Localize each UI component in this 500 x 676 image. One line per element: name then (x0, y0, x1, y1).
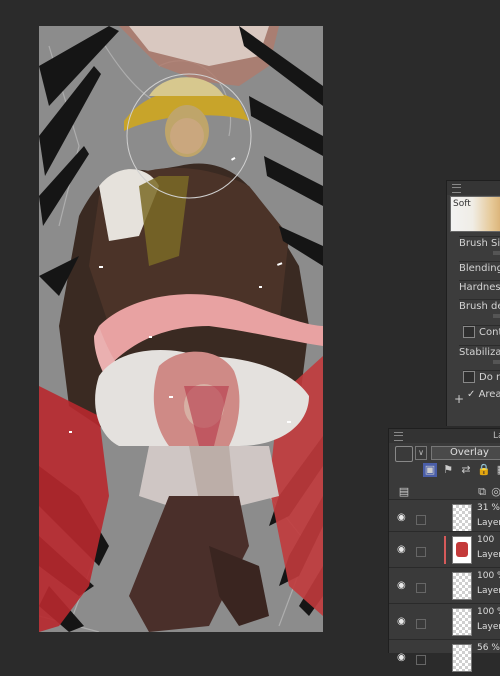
layer-opacity: 100 % (477, 571, 500, 581)
layer-thumbnail (452, 504, 472, 532)
transfer-icon[interactable]: ⇄ (459, 463, 473, 477)
visibility-eye-icon[interactable]: ◉ (397, 513, 407, 523)
drawing-canvas[interactable] (39, 26, 323, 632)
layers-panel-grip[interactable] (389, 429, 500, 443)
layer-opacity: 31 % (477, 503, 500, 513)
layer-thumbnail (452, 536, 472, 564)
continuous-checkbox[interactable] (463, 326, 475, 338)
layer-properties-icon[interactable]: ▤ (397, 485, 411, 499)
layer-row[interactable]: ◉ 56 % (389, 639, 500, 676)
layers-title: La (493, 431, 500, 441)
visibility-eye-icon[interactable]: ◉ (397, 545, 407, 555)
brush-density-label: Brush de (459, 301, 500, 312)
layers-menu-icon[interactable] (394, 432, 403, 441)
layer-name: Layer (477, 586, 500, 596)
layer-mask-icon[interactable]: ◎ (489, 485, 500, 499)
chevron-down-icon[interactable]: ∨ (415, 446, 427, 460)
blend-mode-value: Overlay (450, 447, 489, 458)
layer-thumbnail (452, 572, 472, 600)
stabilization-label: Stabilizat (459, 347, 500, 358)
continuous-row[interactable]: Conti (463, 325, 500, 346)
stabilization-row[interactable]: Stabilizat (459, 345, 500, 366)
layer-opacity: 100 (477, 535, 495, 545)
layer-thumbnail (452, 608, 472, 636)
artwork (39, 26, 323, 632)
layer-row[interactable]: ◉ 100 % Layer (389, 603, 500, 640)
transparency-lock-icon[interactable]: ▦ (495, 463, 500, 477)
selected-layer-marker (444, 536, 446, 564)
visibility-eye-icon[interactable]: ◉ (397, 581, 407, 591)
visibility-eye-icon[interactable]: ◉ (397, 653, 407, 663)
lock-checkbox[interactable] (416, 547, 426, 557)
hardness-label: Hardness (459, 282, 500, 293)
brush-property-panel: Soft Brush Siz Blending Hardness Brush d… (446, 180, 500, 426)
brush-density-slider[interactable] (493, 314, 500, 318)
continuous-label: Conti (479, 327, 500, 338)
menu-icon[interactable] (452, 184, 461, 193)
layer-thumbnail (452, 644, 472, 672)
do-not-label: Do not (479, 372, 500, 383)
lock-checkbox[interactable] (416, 655, 426, 665)
brush-size-slider[interactable] (493, 251, 500, 255)
lock-checkbox[interactable] (416, 619, 426, 629)
layer-row[interactable]: ◉ 100 % Layer (389, 567, 500, 604)
brush-density-row[interactable]: Brush de (459, 299, 500, 320)
visibility-eye-icon[interactable]: ◉ (397, 617, 407, 627)
lock-checkbox[interactable] (416, 583, 426, 593)
layer-name: Layer (477, 550, 500, 560)
layer-name: Layer (477, 622, 500, 632)
layer-row[interactable]: ◉ 100 Layer (389, 531, 500, 568)
hardness-row[interactable]: Hardness (459, 280, 500, 301)
lock-checkbox[interactable] (416, 515, 426, 525)
area-label: Area (478, 389, 500, 400)
brush-preview[interactable]: Soft (450, 196, 500, 232)
brush-size-row[interactable]: Brush Siz (459, 236, 500, 257)
area-row[interactable]: ✓ Area (467, 388, 500, 408)
stabilization-slider[interactable] (493, 360, 500, 364)
layer-color-icon[interactable] (395, 446, 413, 462)
panel-grip[interactable] (447, 181, 500, 195)
blending-label: Blending (459, 263, 500, 274)
add-property-button[interactable]: + (454, 393, 464, 405)
clipping-icon[interactable]: ▣ (423, 463, 437, 477)
lock-icon[interactable]: 🔒 (477, 463, 491, 477)
brush-preview-label: Soft (453, 199, 471, 209)
layer-name: Layer (477, 518, 500, 528)
blend-mode-row: ∨ Overlay ∨ (395, 446, 500, 462)
layers-panel: La ∨ Overlay ∨ ▣ ⚑ ⇄ 🔒 ▦ ▤ ⧉ ◎ ◉ 31 % La… (388, 428, 500, 672)
reference-icon[interactable]: ⚑ (441, 463, 455, 477)
new-layer-icon[interactable]: ⧉ (475, 485, 489, 499)
blend-mode-select[interactable]: Overlay ∨ (431, 446, 500, 460)
do-not-checkbox[interactable] (463, 371, 475, 383)
blending-row[interactable]: Blending (459, 261, 500, 282)
check-icon: ✓ (467, 389, 479, 400)
brush-size-label: Brush Siz (459, 238, 500, 249)
layer-opacity: 100 % (477, 607, 500, 617)
